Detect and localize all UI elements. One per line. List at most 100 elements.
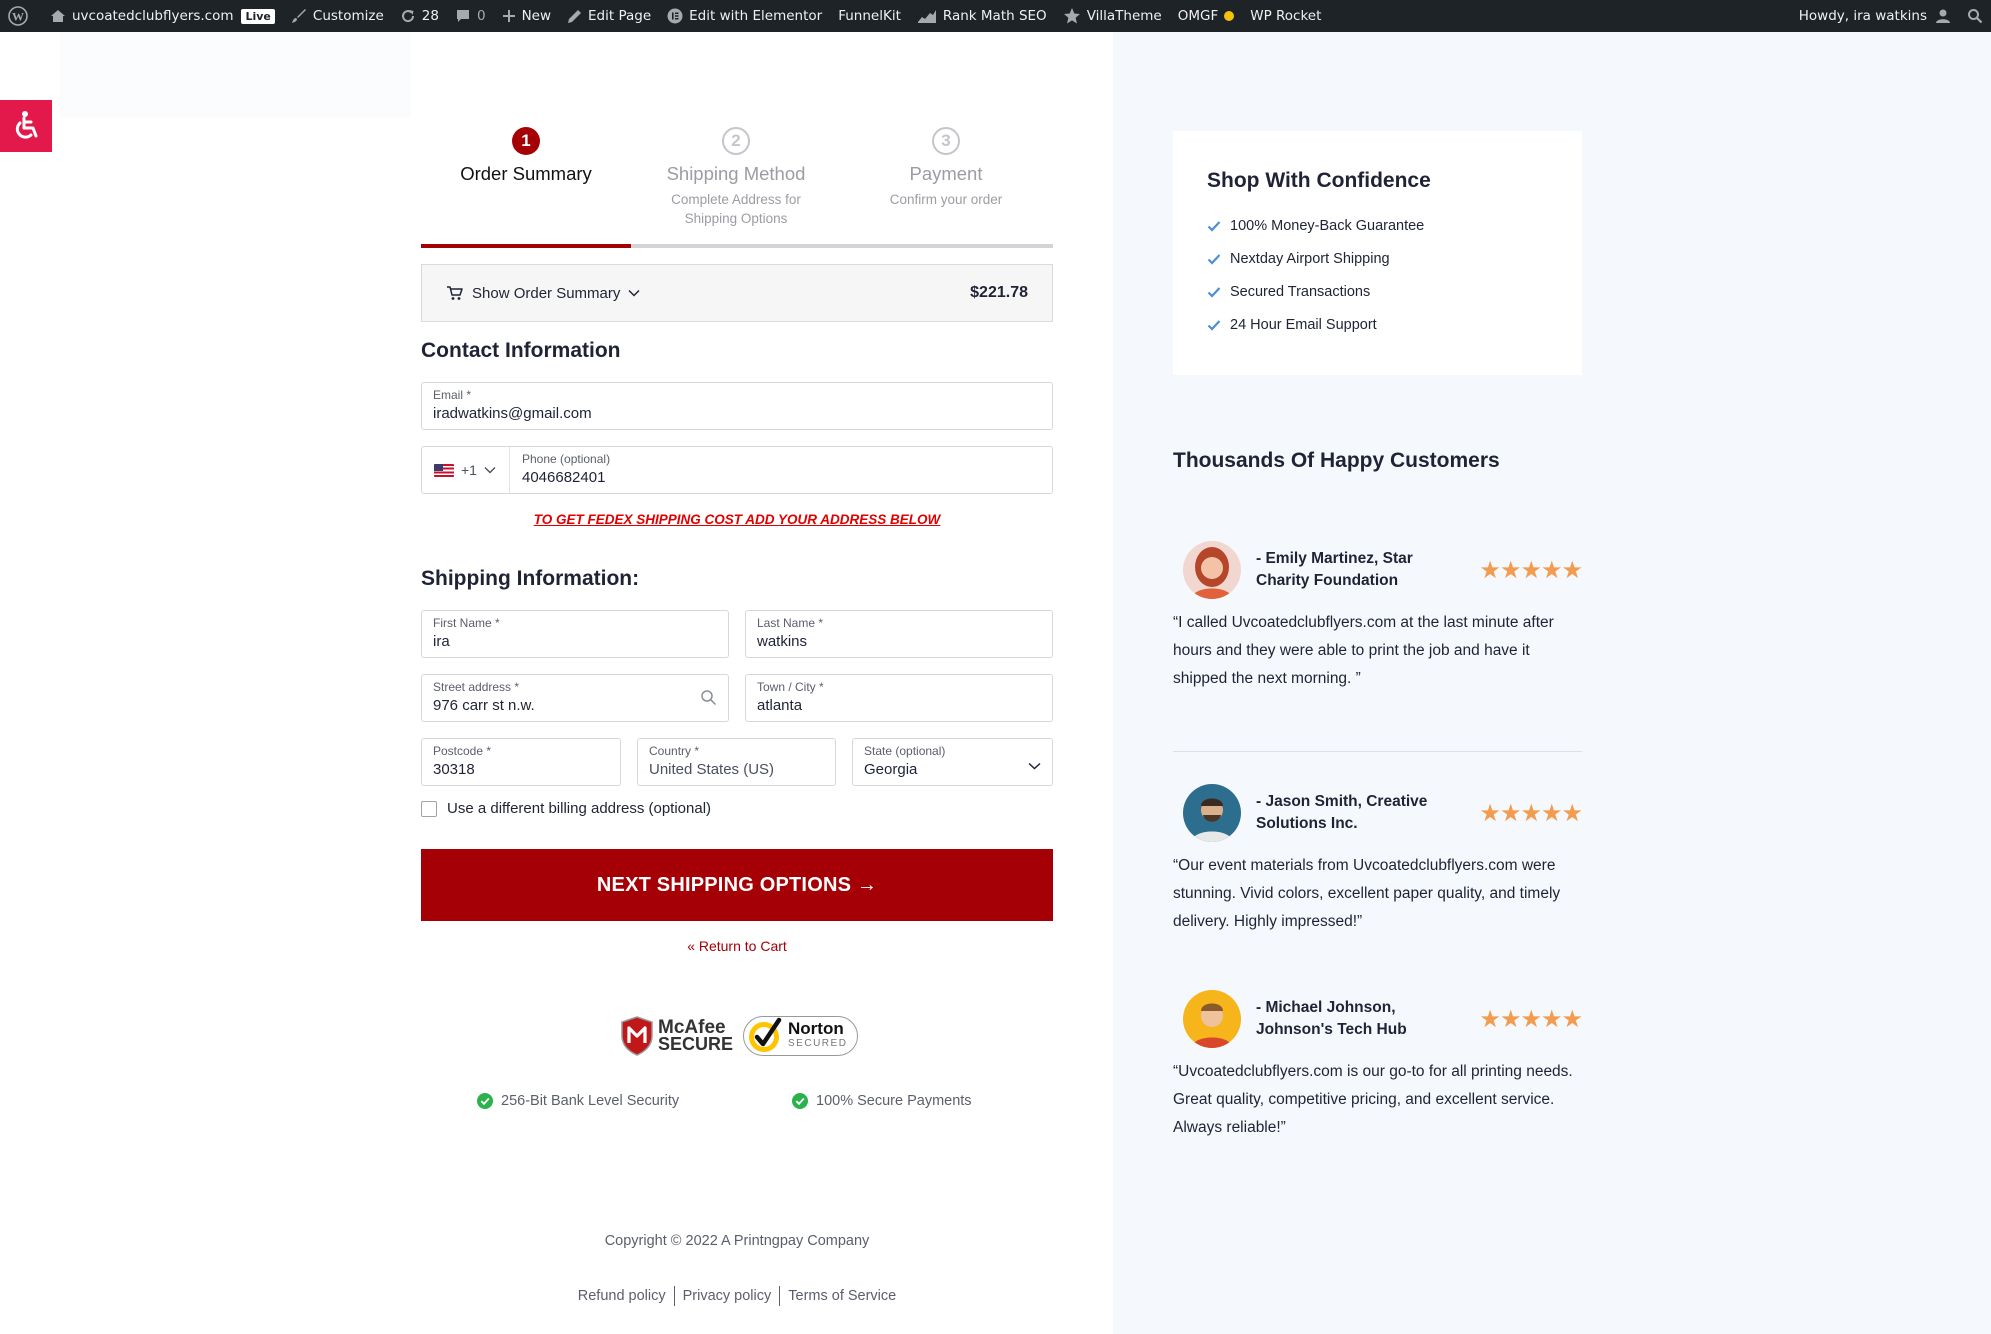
different-billing-option[interactable]: Use a different billing address (optiona… bbox=[421, 800, 711, 817]
country-field[interactable]: Country * United States (US) bbox=[637, 738, 836, 786]
header-placeholder bbox=[60, 32, 411, 118]
updates-link[interactable]: 28 bbox=[392, 0, 447, 32]
star-icon: ★★★★★ bbox=[1479, 556, 1583, 584]
step-number: 1 bbox=[512, 127, 540, 155]
omgf-menu[interactable]: OMGF bbox=[1170, 0, 1243, 32]
norton-secured-text: SECURED bbox=[788, 1038, 848, 1049]
chevron-down-icon bbox=[1028, 757, 1041, 775]
refund-policy-link[interactable]: Refund policy bbox=[570, 1288, 674, 1304]
next-shipping-options-button[interactable]: NEXT SHIPPING OPTIONS → bbox=[421, 849, 1053, 921]
country-code-select[interactable]: +1 bbox=[422, 447, 510, 493]
rank-math-menu[interactable]: Rank Math SEO bbox=[909, 0, 1055, 32]
street-address-label: Street address * bbox=[433, 680, 520, 694]
email-value: iradwatkins@gmail.com bbox=[433, 405, 592, 422]
check-icon bbox=[1207, 286, 1221, 298]
comment-icon bbox=[455, 8, 471, 24]
edit-page-link[interactable]: Edit Page bbox=[559, 0, 659, 32]
street-address-value: 976 carr st n.w. bbox=[433, 697, 535, 714]
edit-elementor-link[interactable]: Edit with Elementor bbox=[659, 0, 830, 32]
avatar bbox=[1183, 541, 1241, 599]
terms-of-service-link[interactable]: Terms of Service bbox=[780, 1288, 904, 1304]
live-badge: Live bbox=[241, 8, 275, 24]
search-icon[interactable] bbox=[700, 689, 717, 711]
accessibility-button[interactable] bbox=[0, 100, 52, 152]
review-text: “Our event materials from Uvcoatedclubfl… bbox=[1173, 857, 1561, 930]
return-to-cart-link[interactable]: « Return to Cart bbox=[421, 938, 1053, 954]
villatheme-menu[interactable]: VillaTheme bbox=[1055, 0, 1170, 32]
brush-icon bbox=[291, 8, 307, 24]
comments-link[interactable]: 0 bbox=[447, 0, 494, 32]
updates-count: 28 bbox=[421, 8, 439, 24]
wordpress-logo-menu[interactable]: W bbox=[0, 0, 42, 32]
check-circle-icon bbox=[477, 1093, 493, 1109]
testimonial-divider bbox=[1173, 751, 1582, 752]
new-content-menu[interactable]: New bbox=[494, 0, 559, 32]
confidence-item: Nextday Airport Shipping bbox=[1207, 242, 1548, 275]
step-payment[interactable]: 3 Payment Confirm your order bbox=[841, 127, 1051, 209]
mcafee-secure-text: SECURE bbox=[658, 1034, 734, 1054]
street-address-field[interactable]: Street address * 976 carr st n.w. bbox=[421, 674, 729, 722]
step-progress-bar bbox=[421, 244, 1053, 248]
reviewer-name: - Emily Martinez, Star Charity Foundatio… bbox=[1256, 550, 1413, 589]
privacy-policy-link[interactable]: Privacy policy bbox=[675, 1288, 780, 1304]
user-icon bbox=[1935, 8, 1951, 24]
norton-check-icon bbox=[749, 1017, 782, 1052]
norton-brand: Norton bbox=[788, 1019, 844, 1038]
review-text: “Uvcoatedclubflyers.com is our go-to for… bbox=[1173, 1063, 1573, 1136]
confidence-item-label: 24 Hour Email Support bbox=[1230, 316, 1377, 333]
site-name: uvcoatedclubflyers.com bbox=[72, 8, 234, 24]
comments-count: 0 bbox=[476, 8, 486, 24]
omgf-label: OMGF bbox=[1177, 8, 1219, 24]
last-name-label: Last Name * bbox=[757, 616, 824, 630]
step-title: Order Summary bbox=[460, 163, 592, 184]
first-name-field[interactable]: First Name * ira bbox=[421, 610, 729, 658]
step-order-summary[interactable]: 1 Order Summary bbox=[421, 127, 631, 185]
show-order-summary-toggle[interactable]: Show Order Summary bbox=[446, 285, 640, 302]
funnelkit-menu[interactable]: FunnelKit bbox=[830, 0, 909, 32]
us-flag-icon bbox=[434, 463, 454, 477]
testimonial-card: - Emily Martinez, Star Charity Foundatio… bbox=[1173, 541, 1583, 693]
wp-rocket-menu[interactable]: WP Rocket bbox=[1242, 0, 1329, 32]
state-select[interactable]: State (optional) Georgia bbox=[852, 738, 1053, 786]
email-field[interactable]: Email * iradwatkins@gmail.com bbox=[421, 382, 1053, 430]
step-shipping-method[interactable]: 2 Shipping Method Complete Address for S… bbox=[631, 127, 841, 228]
confidence-item-label: 100% Money-Back Guarantee bbox=[1230, 217, 1425, 234]
check-icon bbox=[1207, 220, 1221, 232]
step-number: 2 bbox=[722, 127, 750, 155]
country-code: +1 bbox=[461, 462, 477, 478]
wordpress-icon: W bbox=[8, 6, 28, 26]
different-billing-checkbox[interactable] bbox=[421, 800, 437, 817]
pencil-icon bbox=[567, 9, 582, 24]
city-field[interactable]: Town / City * atlanta bbox=[745, 674, 1053, 722]
rank-math-label: Rank Math SEO bbox=[942, 8, 1047, 24]
star-icon: ★★★★★ bbox=[1479, 1005, 1583, 1033]
phone-label: Phone (optional) bbox=[522, 452, 611, 466]
country-label: Country * bbox=[649, 744, 700, 758]
first-name-label: First Name * bbox=[433, 616, 500, 630]
reviewer-name: - Jason Smith, Creative Solutions Inc. bbox=[1256, 793, 1428, 832]
star-rating: ★★★★★ bbox=[1479, 556, 1583, 585]
wheelchair-icon bbox=[15, 111, 38, 139]
norton-secured-badge: Norton SECURED bbox=[743, 1016, 859, 1056]
testimonials-heading: Thousands Of Happy Customers bbox=[1173, 449, 1500, 472]
phone-field[interactable]: +1 Phone (optional) 4046682401 bbox=[421, 446, 1053, 494]
rank-math-icon bbox=[917, 8, 937, 24]
country-value: United States (US) bbox=[649, 761, 775, 778]
status-dot-icon bbox=[1224, 11, 1235, 21]
email-label: Email * bbox=[433, 388, 472, 402]
city-label: Town / City * bbox=[757, 680, 824, 694]
confidence-item-label: Nextday Airport Shipping bbox=[1230, 250, 1390, 267]
customize-link[interactable]: Customize bbox=[283, 0, 392, 32]
svg-text:W: W bbox=[12, 10, 24, 24]
wp-rocket-label: WP Rocket bbox=[1250, 8, 1322, 24]
city-value: atlanta bbox=[757, 697, 803, 714]
villatheme-label: VillaTheme bbox=[1086, 8, 1162, 24]
testimonial-card: - Michael Johnson, Johnson's Tech Hub ★★… bbox=[1173, 990, 1583, 1142]
postcode-label: Postcode * bbox=[433, 744, 492, 758]
postcode-field[interactable]: Postcode * 30318 bbox=[421, 738, 621, 786]
site-name-menu[interactable]: uvcoatedclubflyers.com Live bbox=[42, 0, 283, 32]
admin-search-toggle[interactable] bbox=[1959, 0, 1991, 32]
step-number: 3 bbox=[932, 127, 960, 155]
last-name-field[interactable]: Last Name * watkins bbox=[745, 610, 1053, 658]
account-menu[interactable]: Howdy, ira watkins bbox=[1791, 0, 1959, 32]
